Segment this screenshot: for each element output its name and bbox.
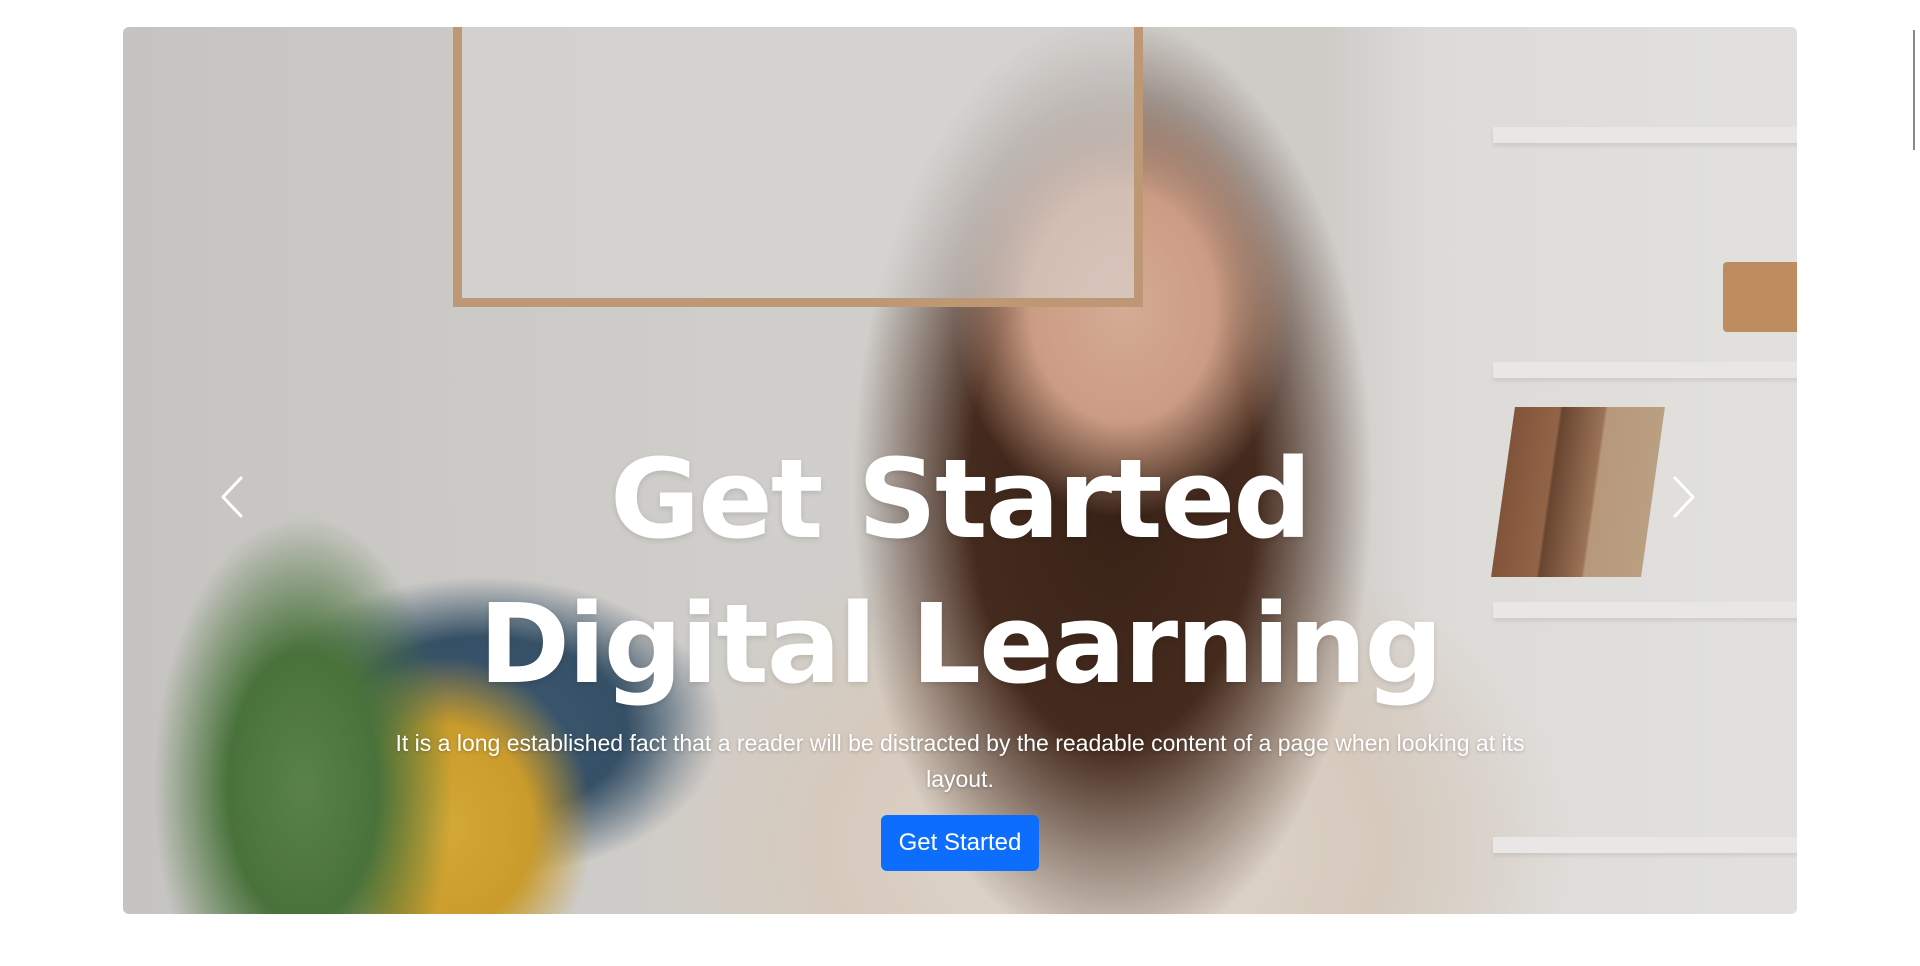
hero-description: It is a long established fact that a rea… [395,730,1525,792]
hero-carousel: Get Started Digital Learning It is a lon… [123,27,1797,914]
scrollbar-thumb[interactable] [1913,30,1915,150]
landing-page: Get Started Digital Learning It is a lon… [0,0,1920,966]
page-scrollbar[interactable] [1910,0,1920,966]
hero-title: Get Started Digital Learning [478,435,1444,708]
get-started-button[interactable]: Get Started [880,815,1040,871]
hero-caption: Get Started Digital Learning It is a lon… [123,427,1797,871]
